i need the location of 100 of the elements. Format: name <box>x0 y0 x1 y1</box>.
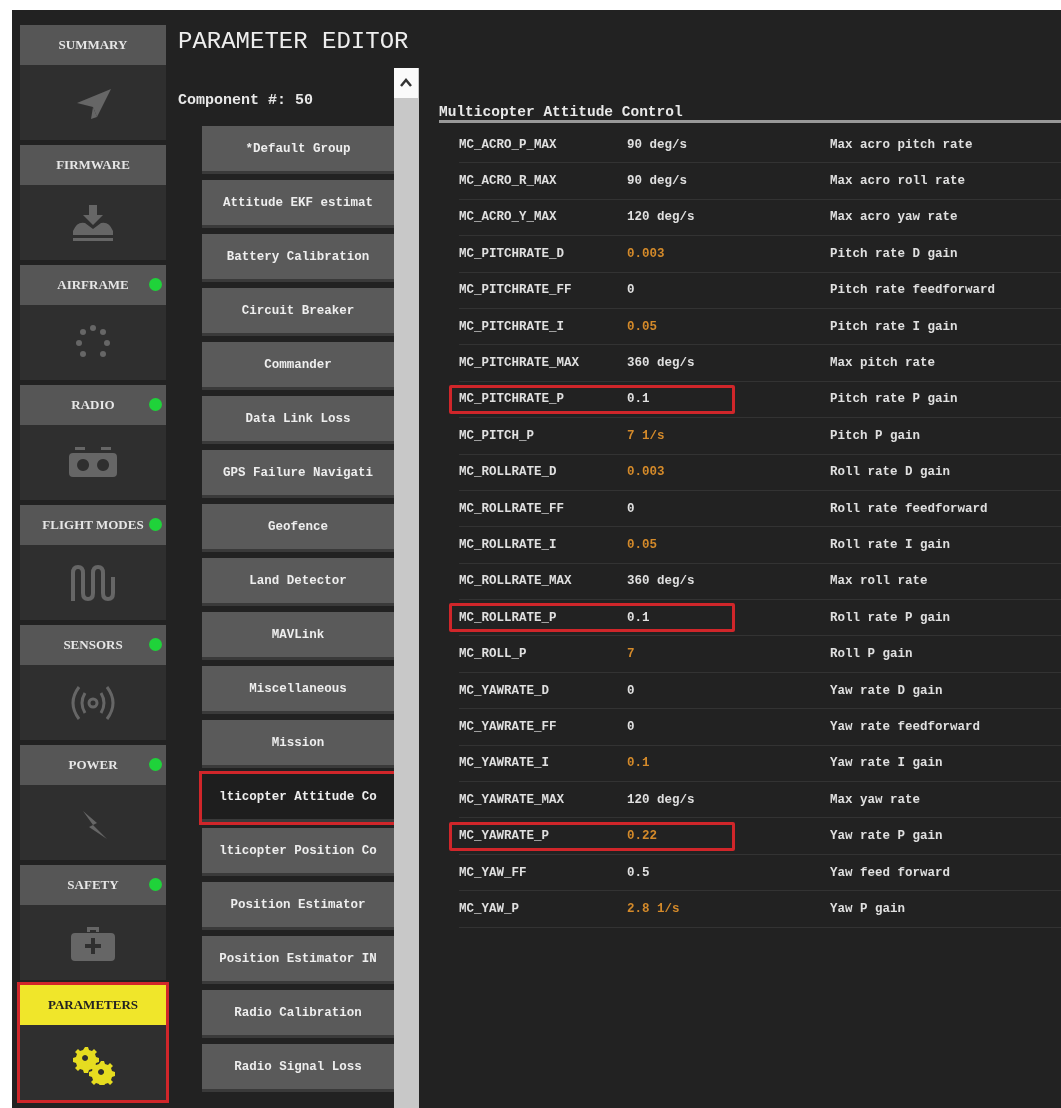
param-description: Roll P gain <box>830 647 913 662</box>
param-name[interactable]: MC_PITCHRATE_FF <box>459 283 627 298</box>
param-value[interactable]: 0.1 <box>627 756 650 771</box>
group-button[interactable]: Radio Signal Loss <box>202 1044 394 1092</box>
param-name[interactable]: MC_ROLLRATE_P <box>459 610 627 625</box>
param-description: Roll rate D gain <box>830 465 951 480</box>
param-value[interactable]: 7 1/s <box>627 428 665 443</box>
group-button[interactable]: Position Estimator <box>202 882 394 930</box>
group-button[interactable]: Commander <box>202 342 394 390</box>
param-name[interactable]: MC_YAWRATE_D <box>459 683 627 698</box>
param-name[interactable]: MC_ROLL_P <box>459 647 627 662</box>
param-name[interactable]: MC_PITCH_P <box>459 428 627 443</box>
sidebar-button[interactable]: SUMMARY <box>20 25 166 65</box>
param-name[interactable]: MC_ACRO_R_MAX <box>459 174 627 189</box>
param-description: Pitch rate feedforward <box>830 283 996 298</box>
icon-tile[interactable] <box>20 185 166 260</box>
param-description: Yaw P gain <box>830 901 905 916</box>
param-value[interactable]: 0 <box>627 719 635 734</box>
param-description: Pitch rate I gain <box>830 319 958 334</box>
param-value[interactable]: 360 deg/s <box>627 574 695 589</box>
icon-tile[interactable] <box>20 905 166 980</box>
icon-tile[interactable] <box>20 65 166 140</box>
param-name[interactable]: MC_PITCHRATE_MAX <box>459 356 627 371</box>
param-description: Pitch P gain <box>830 428 920 443</box>
param-name[interactable]: MC_PITCHRATE_I <box>459 319 627 334</box>
icon-tile[interactable] <box>20 785 166 860</box>
sidebar-button[interactable]: AIRFRAME <box>20 265 166 305</box>
param-value[interactable]: 0.003 <box>627 246 665 261</box>
param-description: Max acro yaw rate <box>830 210 958 225</box>
param-name[interactable]: MC_PITCHRATE_P <box>459 392 627 407</box>
group-button[interactable]: Miscellaneous <box>202 666 394 714</box>
param-description: Max yaw rate <box>830 792 920 807</box>
param-value[interactable]: 0.05 <box>627 538 657 552</box>
param-name[interactable]: MC_ROLLRATE_D <box>459 465 627 480</box>
icon-tile[interactable] <box>20 665 166 740</box>
param-value[interactable]: 0 <box>627 501 635 516</box>
group-button[interactable]: Attitude EKF estimat <box>202 180 394 228</box>
param-description: Roll rate feedforward <box>830 501 988 516</box>
param-name[interactable]: MC_YAW_P <box>459 901 627 916</box>
group-button[interactable]: Radio Calibration <box>202 990 394 1038</box>
param-value[interactable]: 120 deg/s <box>627 792 695 807</box>
param-value[interactable]: 0.05 <box>627 319 657 334</box>
sidebar-button[interactable]: FLIGHT MODES <box>20 505 166 545</box>
param-value[interactable]: 90 deg/s <box>627 137 687 152</box>
param-description: Yaw feed forward <box>830 865 951 880</box>
param-name[interactable]: MC_ROLLRATE_I <box>459 538 627 552</box>
group-button[interactable]: *Default Group <box>202 126 394 174</box>
sidebar-button[interactable]: SAFETY <box>20 865 166 905</box>
group-button[interactable]: Data Link Loss <box>202 396 394 444</box>
param-value[interactable]: 0.1 <box>627 392 650 407</box>
param-value[interactable]: 120 deg/s <box>627 210 695 225</box>
param-name[interactable]: MC_YAWRATE_MAX <box>459 792 627 807</box>
param-name[interactable]: MC_YAWRATE_P <box>459 829 627 844</box>
param-description: Max pitch rate <box>830 356 936 371</box>
param-value[interactable]: 2.8 1/s <box>627 901 680 916</box>
param-value[interactable]: 0 <box>627 683 635 698</box>
param-name[interactable]: MC_ROLLRATE_MAX <box>459 574 627 589</box>
param-name[interactable]: MC_YAWRATE_FF <box>459 719 627 734</box>
group-button[interactable]: Battery Calibration <box>202 234 394 282</box>
param-value[interactable]: 0.1 <box>627 610 650 625</box>
icon-tile[interactable] <box>20 305 166 380</box>
param-description: Yaw rate D gain <box>830 683 943 698</box>
sidebar-button[interactable]: SENSORS <box>20 625 166 665</box>
group-button[interactable]: lticopter Position Co <box>202 828 394 876</box>
group-button[interactable]: Geofence <box>202 504 394 552</box>
param-name[interactable]: MC_PITCHRATE_D <box>459 246 627 261</box>
param-value[interactable]: 0.22 <box>627 829 657 844</box>
param-name[interactable]: MC_ACRO_Y_MAX <box>459 210 627 225</box>
param-value[interactable]: 7 <box>627 647 635 662</box>
group-button[interactable]: lticopter Attitude Co <box>202 774 394 822</box>
param-description: Max acro roll rate <box>830 174 966 189</box>
sidebar-button[interactable]: RADIO <box>20 385 166 425</box>
page-title: PARAMETER EDITOR <box>178 28 410 57</box>
param-name[interactable]: MC_ACRO_P_MAX <box>459 137 627 152</box>
param-value[interactable]: 0.5 <box>627 865 650 880</box>
param-description: Roll rate I gain <box>830 538 951 552</box>
param-name[interactable]: MC_YAWRATE_I <box>459 756 627 771</box>
sidebar-button[interactable]: PARAMETERS <box>20 985 166 1025</box>
scroll-up-icon[interactable] <box>394 68 418 98</box>
param-description: Yaw rate I gain <box>830 756 943 771</box>
param-value[interactable]: 360 deg/s <box>627 356 695 371</box>
group-button[interactable]: Land Detector <box>202 558 394 606</box>
sidebar-button[interactable]: FIRMWARE <box>20 145 166 185</box>
param-description: Roll rate P gain <box>830 610 951 625</box>
icon-tile[interactable] <box>20 1025 166 1100</box>
param-value[interactable]: 90 deg/s <box>627 174 687 189</box>
group-button[interactable]: Circuit Breaker <box>202 288 394 336</box>
group-button[interactable]: Mission <box>202 720 394 768</box>
scrollbar[interactable] <box>394 68 419 1108</box>
group-button[interactable]: GPS Failure Navigati <box>202 450 394 498</box>
icon-tile[interactable] <box>20 425 166 500</box>
group-button[interactable]: MAVLink <box>202 612 394 660</box>
group-button[interactable]: Position Estimator IN <box>202 936 394 984</box>
icon-tile[interactable] <box>20 545 166 620</box>
param-name[interactable]: MC_YAW_FF <box>459 865 627 880</box>
param-description: Pitch rate P gain <box>830 392 958 407</box>
param-name[interactable]: MC_ROLLRATE_FF <box>459 501 627 516</box>
sidebar-button[interactable]: POWER <box>20 745 166 785</box>
param-value[interactable]: 0 <box>627 283 635 298</box>
param-value[interactable]: 0.003 <box>627 465 665 480</box>
